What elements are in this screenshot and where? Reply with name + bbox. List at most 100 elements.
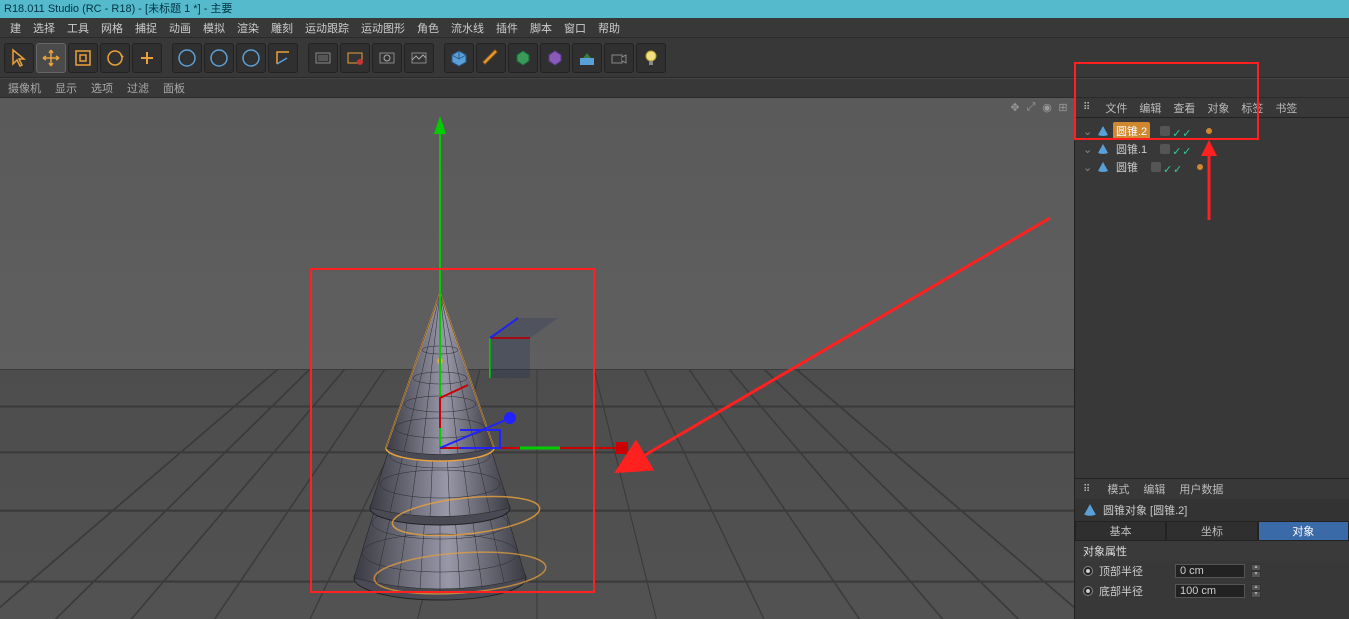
menu-mesh[interactable]: 网格 [95, 20, 129, 36]
visibility-render-icon[interactable]: ✓ [1182, 127, 1190, 135]
menu-animate[interactable]: 动画 [163, 20, 197, 36]
object-row-cone-1[interactable]: ⌄ 圆锥.1 ✓ ✓ [1075, 140, 1349, 158]
panel-grip-icon[interactable]: ⠿ [1083, 484, 1089, 495]
picture-viewer-button[interactable] [404, 43, 434, 73]
menu-mograph[interactable]: 运动图形 [355, 20, 411, 36]
visibility-editor-icon[interactable]: ✓ [1172, 127, 1180, 135]
camera-button[interactable] [604, 43, 634, 73]
cone-icon [1097, 161, 1109, 173]
svg-text:X: X [183, 53, 191, 65]
am-tab-edit[interactable]: 编辑 [1143, 481, 1165, 497]
object-name[interactable]: 圆锥 [1113, 158, 1141, 176]
viewport-menu-display[interactable]: 显示 [55, 80, 77, 96]
am-tab-object[interactable]: 对象 [1258, 521, 1349, 541]
scale-tool-button[interactable] [68, 43, 98, 73]
bottom-radius-input[interactable]: 100 cm [1175, 584, 1245, 598]
render-settings-button[interactable] [372, 43, 402, 73]
visibility-render-icon[interactable]: ✓ [1182, 145, 1190, 153]
visibility-render-icon[interactable]: ✓ [1173, 163, 1181, 171]
am-tab-coord[interactable]: 坐标 [1166, 521, 1257, 541]
am-object-title: 圆锥对象 [圆锥.2] [1075, 499, 1349, 521]
viewport-menu-panel[interactable]: 面板 [163, 80, 185, 96]
menu-motion-tracker[interactable]: 运动跟踪 [299, 20, 355, 36]
am-section-header: 对象属性 [1075, 541, 1349, 561]
object-row-cone[interactable]: ⌄ 圆锥 ✓ ✓ [1075, 158, 1349, 176]
om-tab-view[interactable]: 查看 [1173, 100, 1195, 116]
menu-simulate[interactable]: 模拟 [197, 20, 231, 36]
main-menu-bar: 建 选择 工具 网格 捕捉 动画 模拟 渲染 雕刻 运动跟踪 运动图形 角色 流… [0, 18, 1349, 38]
am-tab-basic[interactable]: 基本 [1075, 521, 1166, 541]
select-tool-button[interactable] [4, 43, 34, 73]
deformer-button[interactable] [540, 43, 570, 73]
rotate-tool-button[interactable] [100, 43, 130, 73]
spline-pen-button[interactable] [476, 43, 506, 73]
visibility-editor-icon[interactable]: ✓ [1163, 163, 1171, 171]
expand-icon[interactable]: ⌄ [1083, 161, 1093, 174]
top-radius-input[interactable]: 0 cm [1175, 564, 1245, 578]
environment-button[interactable] [572, 43, 602, 73]
layer-dot-icon[interactable] [1160, 126, 1170, 136]
menu-sculpt[interactable]: 雕刻 [265, 20, 299, 36]
menu-window[interactable]: 窗口 [558, 20, 592, 36]
cone-objects [0, 98, 1074, 619]
generator-button[interactable] [508, 43, 538, 73]
viewport-menu-bar: 摄像机 显示 选项 过滤 面板 [0, 78, 1349, 98]
coord-system-button[interactable] [268, 43, 298, 73]
viewport-menu-camera[interactable]: 摄像机 [8, 80, 41, 96]
am-row-top-radius: 顶部半径 0 cm ▴▾ [1075, 561, 1349, 581]
om-tab-tags[interactable]: 标签 [1241, 100, 1263, 116]
visibility-editor-icon[interactable]: ✓ [1172, 145, 1180, 153]
object-name[interactable]: 圆锥.1 [1113, 140, 1150, 158]
phong-tag-icon[interactable] [1206, 146, 1212, 152]
am-tab-userdata[interactable]: 用户数据 [1179, 481, 1223, 497]
light-button[interactable] [636, 43, 666, 73]
menu-script[interactable]: 脚本 [524, 20, 558, 36]
main-toolbar: X Y Z [0, 38, 1349, 78]
window-title: R18.011 Studio (RC - R18) - [未标题 1 *] - … [4, 3, 232, 15]
object-tree[interactable]: ⌄ 圆锥.2 ✓ ✓ ⌄ 圆锥.1 ✓ ✓ [1075, 118, 1349, 478]
attribute-manager: ⠿ 模式 编辑 用户数据 圆锥对象 [圆锥.2] 基本 坐标 对象 对象属性 顶… [1075, 478, 1349, 601]
am-main-tabs: 基本 坐标 对象 [1075, 521, 1349, 541]
am-row-bottom-radius: 底部半径 100 cm ▴▾ [1075, 581, 1349, 601]
render-view-button[interactable] [308, 43, 338, 73]
object-row-cone-2[interactable]: ⌄ 圆锥.2 ✓ ✓ [1075, 122, 1349, 140]
om-tab-file[interactable]: 文件 [1105, 100, 1127, 116]
om-tab-bookmarks[interactable]: 书签 [1275, 100, 1297, 116]
menu-help[interactable]: 帮助 [592, 20, 626, 36]
panel-grip-icon[interactable]: ⠿ [1083, 102, 1089, 113]
menu-pipeline[interactable]: 流水线 [445, 20, 490, 36]
move-tool-button[interactable] [36, 43, 66, 73]
om-tab-edit[interactable]: 编辑 [1139, 100, 1161, 116]
keyframe-dot-icon[interactable] [1083, 566, 1093, 576]
expand-icon[interactable]: ⌄ [1083, 143, 1093, 156]
viewport-menu-options[interactable]: 选项 [91, 80, 113, 96]
menu-tools[interactable]: 工具 [61, 20, 95, 36]
om-tab-objects[interactable]: 对象 [1207, 100, 1229, 116]
menu-snap[interactable]: 捕捉 [129, 20, 163, 36]
layer-dot-icon[interactable] [1160, 144, 1170, 154]
menu-select[interactable]: 选择 [27, 20, 61, 36]
menu-render[interactable]: 渲染 [231, 20, 265, 36]
right-panel: ⠿ 文件 编辑 查看 对象 标签 书签 ⌄ 圆锥.2 ✓ ✓ ⌄ [1074, 98, 1349, 619]
primitive-cube-button[interactable] [444, 43, 474, 73]
spinner[interactable]: ▴▾ [1251, 584, 1261, 598]
layer-dot-icon[interactable] [1151, 162, 1161, 172]
axis-z-button[interactable]: Z [236, 43, 266, 73]
keyframe-dot-icon[interactable] [1083, 586, 1093, 596]
render-region-button[interactable] [340, 43, 370, 73]
am-tab-mode[interactable]: 模式 [1107, 481, 1129, 497]
phong-tag-icon[interactable] [1206, 128, 1212, 134]
menu-plugins[interactable]: 插件 [490, 20, 524, 36]
spinner[interactable]: ▴▾ [1251, 564, 1261, 578]
axis-y-button[interactable]: Y [204, 43, 234, 73]
axis-x-button[interactable]: X [172, 43, 202, 73]
menu-character[interactable]: 角色 [411, 20, 445, 36]
perspective-viewport[interactable]: ✥ ⤢ ◉ ⊞ [0, 98, 1074, 619]
viewport-menu-filter[interactable]: 过滤 [127, 80, 149, 96]
recent-tool-button[interactable] [132, 43, 162, 73]
object-name[interactable]: 圆锥.2 [1113, 122, 1150, 140]
expand-icon[interactable]: ⌄ [1083, 125, 1093, 138]
phong-tag-icon[interactable] [1197, 164, 1203, 170]
menu-create[interactable]: 建 [4, 20, 27, 36]
am-header: ⠿ 模式 编辑 用户数据 [1075, 479, 1349, 499]
